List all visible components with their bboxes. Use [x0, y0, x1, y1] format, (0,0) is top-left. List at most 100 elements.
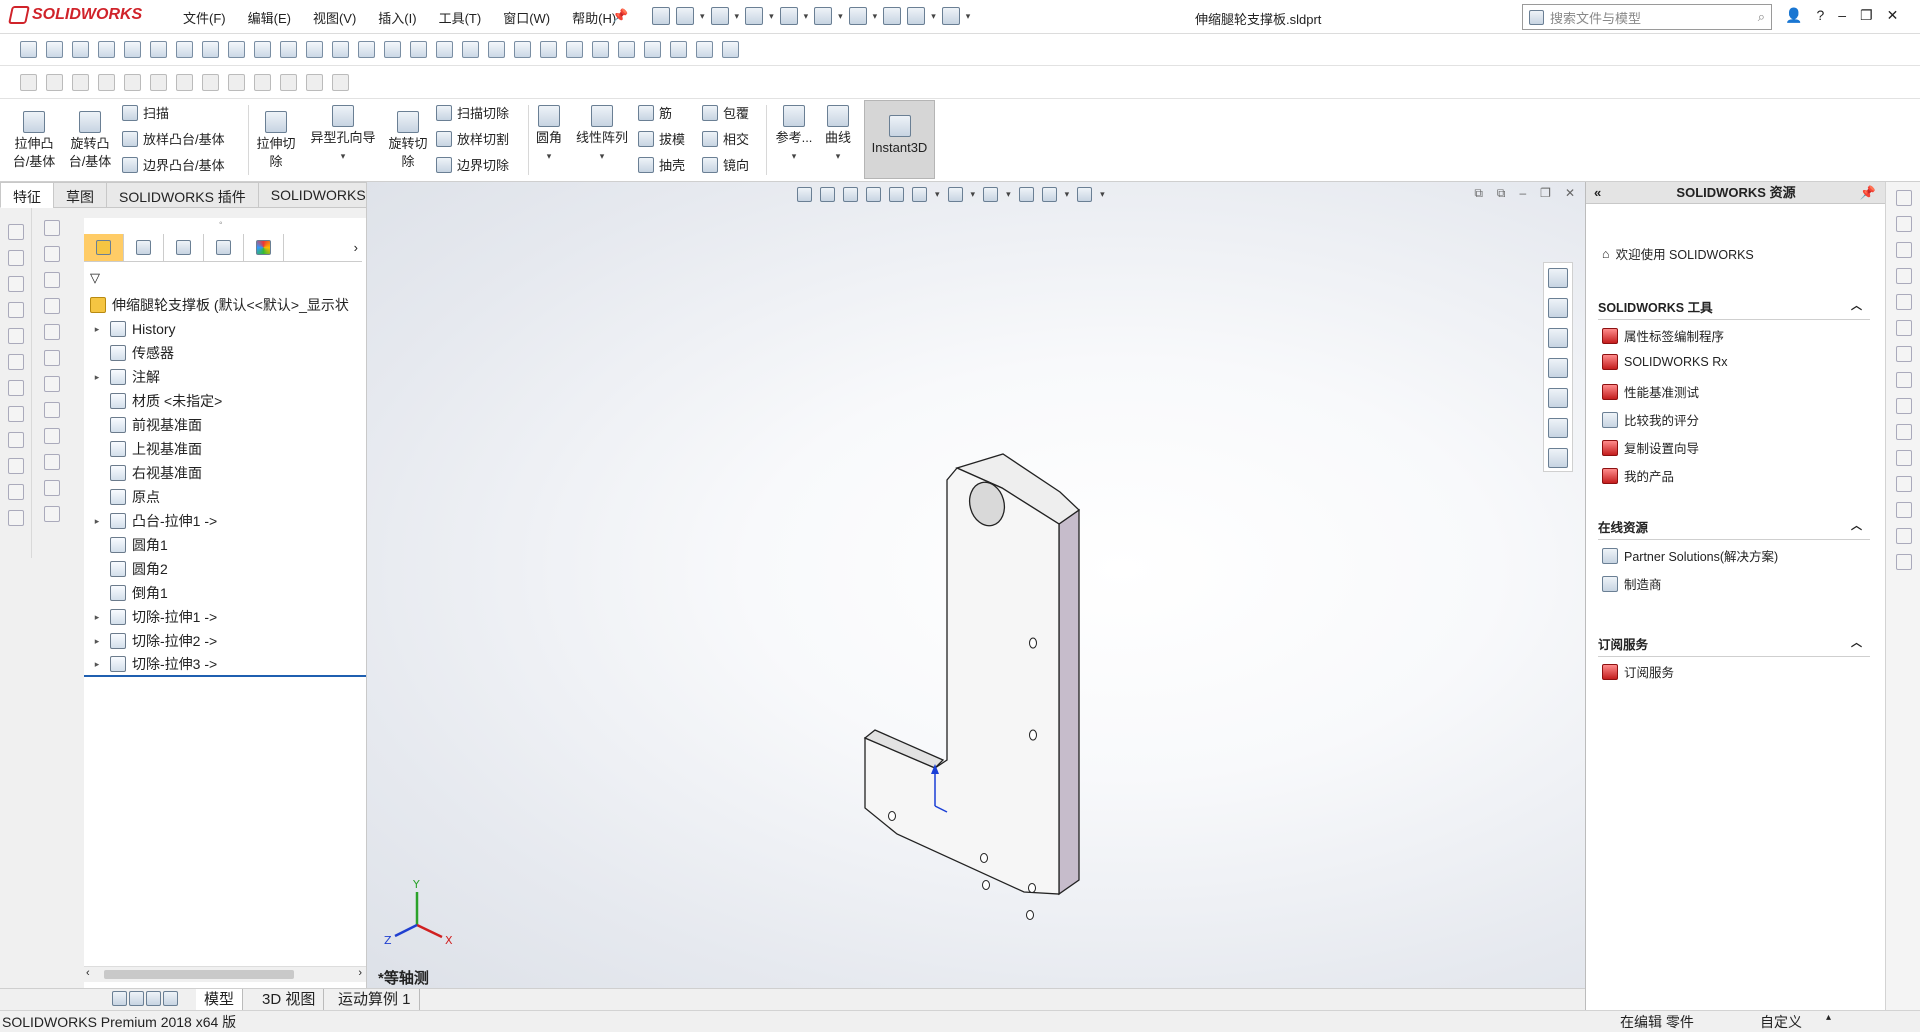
- measure-icon[interactable]: [436, 41, 453, 58]
- screen-icon[interactable]: [8, 458, 24, 474]
- tree-item[interactable]: ▸ 切除-拉伸1 ->: [84, 605, 366, 629]
- user-icon[interactable]: 👤: [1785, 7, 1802, 24]
- line-icon[interactable]: [1896, 554, 1912, 570]
- menu-view[interactable]: 视图(V): [302, 8, 367, 27]
- fillet-button[interactable]: 圆角 ▾: [532, 105, 566, 165]
- part-icon[interactable]: [44, 272, 60, 288]
- subscription-item[interactable]: 订阅服务: [1602, 662, 1674, 681]
- copy-icon[interactable]: [8, 484, 24, 500]
- file-properties-icon[interactable]: [907, 7, 926, 25]
- tab-3d-views[interactable]: 3D 视图: [254, 989, 325, 1010]
- tool-item[interactable]: SOLIDWORKS Rx: [1602, 354, 1728, 370]
- scroll-left-icon[interactable]: ‹: [86, 967, 90, 979]
- doc-icon[interactable]: [8, 380, 24, 396]
- text-icon[interactable]: [566, 41, 583, 58]
- tab-features[interactable]: 特征: [0, 182, 54, 208]
- online-item[interactable]: Partner Solutions(解决方案): [1602, 546, 1778, 565]
- plane-icon[interactable]: [306, 41, 323, 58]
- section-solidworks-tools[interactable]: SOLIDWORKS 工具 ︿: [1598, 297, 1870, 320]
- check-icon[interactable]: [488, 41, 505, 58]
- view-palette-icon[interactable]: [1548, 358, 1568, 378]
- tree-item[interactable]: 传感器: [84, 341, 366, 365]
- chevron-up-icon[interactable]: ︿: [1851, 634, 1862, 650]
- extrude-cut-button[interactable]: 拉伸切 除: [252, 111, 300, 171]
- configuration-tab-icon[interactable]: [164, 234, 204, 261]
- angle-icon[interactable]: [540, 41, 557, 58]
- point-icon[interactable]: [150, 41, 167, 58]
- mirror-button[interactable]: 镜向: [702, 155, 749, 174]
- filter-icon[interactable]: [20, 41, 37, 58]
- filter-edges-icon[interactable]: [46, 41, 63, 58]
- tree-item[interactable]: ▸ History: [84, 317, 366, 341]
- plane-icon[interactable]: [44, 506, 60, 522]
- box-icon[interactable]: [44, 324, 60, 340]
- tree-item[interactable]: 原点: [84, 485, 366, 509]
- tool-item[interactable]: 比较我的评分: [1602, 410, 1699, 429]
- target-icon[interactable]: [410, 41, 427, 58]
- wrap-button[interactable]: 包覆: [702, 103, 749, 122]
- layer-icon[interactable]: [44, 402, 60, 418]
- trim-icon[interactable]: [384, 41, 401, 58]
- edit-icon[interactable]: [8, 406, 24, 422]
- restore-icon[interactable]: ❐: [1860, 7, 1873, 24]
- swept-cut-button[interactable]: 扫描切除: [436, 103, 509, 122]
- print-icon[interactable]: [779, 7, 798, 25]
- undo-icon[interactable]: [814, 7, 833, 25]
- rect-icon[interactable]: [202, 41, 219, 58]
- lofted-cut-button[interactable]: 放样切割: [436, 129, 509, 148]
- edit-icon[interactable]: [44, 376, 60, 392]
- line-icon[interactable]: [1896, 528, 1912, 544]
- 3d-icon[interactable]: [44, 220, 60, 236]
- options-gear-icon[interactable]: [941, 7, 960, 25]
- last-tab-icon[interactable]: [163, 991, 178, 1006]
- open-file-icon[interactable]: [710, 7, 729, 25]
- first-tab-icon[interactable]: [112, 991, 127, 1006]
- filter-icon[interactable]: ▽: [90, 270, 100, 286]
- design-library-icon[interactable]: [1548, 298, 1568, 318]
- part-icon[interactable]: [44, 298, 60, 314]
- curves-button[interactable]: 曲线 ▾: [818, 105, 858, 165]
- minimize-icon[interactable]: –: [1838, 7, 1846, 24]
- spline-icon[interactable]: [280, 41, 297, 58]
- collapse-pane-icon[interactable]: «: [1594, 182, 1601, 204]
- appearance-icon[interactable]: [670, 41, 687, 58]
- rebuild-icon[interactable]: [883, 7, 902, 25]
- axis-icon[interactable]: [332, 41, 349, 58]
- pin-icon[interactable]: 📌: [1860, 182, 1876, 204]
- cube-icon[interactable]: [44, 480, 60, 496]
- corner-icon[interactable]: [1896, 450, 1912, 466]
- section-icon[interactable]: [644, 41, 661, 58]
- tree-item[interactable]: 前视基准面: [84, 413, 366, 437]
- model-view[interactable]: Y X Z: [367, 182, 1586, 988]
- draft-button[interactable]: 拔模: [638, 129, 685, 148]
- horizontal-scrollbar[interactable]: ‹ ›: [84, 966, 366, 982]
- search-icon[interactable]: ⌕: [1758, 9, 1765, 25]
- scroll-thumb[interactable]: [104, 970, 294, 979]
- tree-item[interactable]: ▸ 注解: [84, 365, 366, 389]
- welcome-link[interactable]: ⌂ 欢迎使用 SOLIDWORKS: [1602, 244, 1754, 263]
- tool-item[interactable]: 属性标签编制程序: [1602, 326, 1724, 345]
- display-manager-tab-icon[interactable]: [244, 234, 284, 261]
- chevron-up-icon[interactable]: ︿: [1851, 517, 1862, 533]
- copy-icon[interactable]: [8, 510, 24, 526]
- doc-icon[interactable]: [8, 276, 24, 292]
- save-icon[interactable]: [745, 7, 764, 25]
- section-subscription[interactable]: 订阅服务 ︿: [1598, 634, 1870, 657]
- shell-button[interactable]: 抽壳: [638, 155, 685, 174]
- status-units[interactable]: 自定义: [1760, 1012, 1802, 1032]
- file-explorer-icon[interactable]: [1548, 328, 1568, 348]
- menu-window[interactable]: 窗口(W): [492, 8, 561, 27]
- featuremanager-tab-icon[interactable]: [84, 234, 124, 261]
- tree-item[interactable]: 上视基准面: [84, 437, 366, 461]
- chevron-right-icon[interactable]: ›: [354, 240, 358, 255]
- tree-item[interactable]: 右视基准面: [84, 461, 366, 485]
- loft-boss-button[interactable]: 放样凸台/基体: [122, 129, 225, 148]
- relation-icon[interactable]: [462, 41, 479, 58]
- spline-icon[interactable]: [1896, 398, 1912, 414]
- select-cursor-icon[interactable]: [848, 7, 867, 25]
- rect-icon[interactable]: [1896, 242, 1912, 258]
- tool-item[interactable]: 性能基准测试: [1602, 382, 1699, 401]
- measure-icon[interactable]: [1896, 502, 1912, 518]
- menu-tools[interactable]: 工具(T): [428, 8, 493, 27]
- search-box[interactable]: 搜索文件与模型 ⌕: [1522, 4, 1772, 30]
